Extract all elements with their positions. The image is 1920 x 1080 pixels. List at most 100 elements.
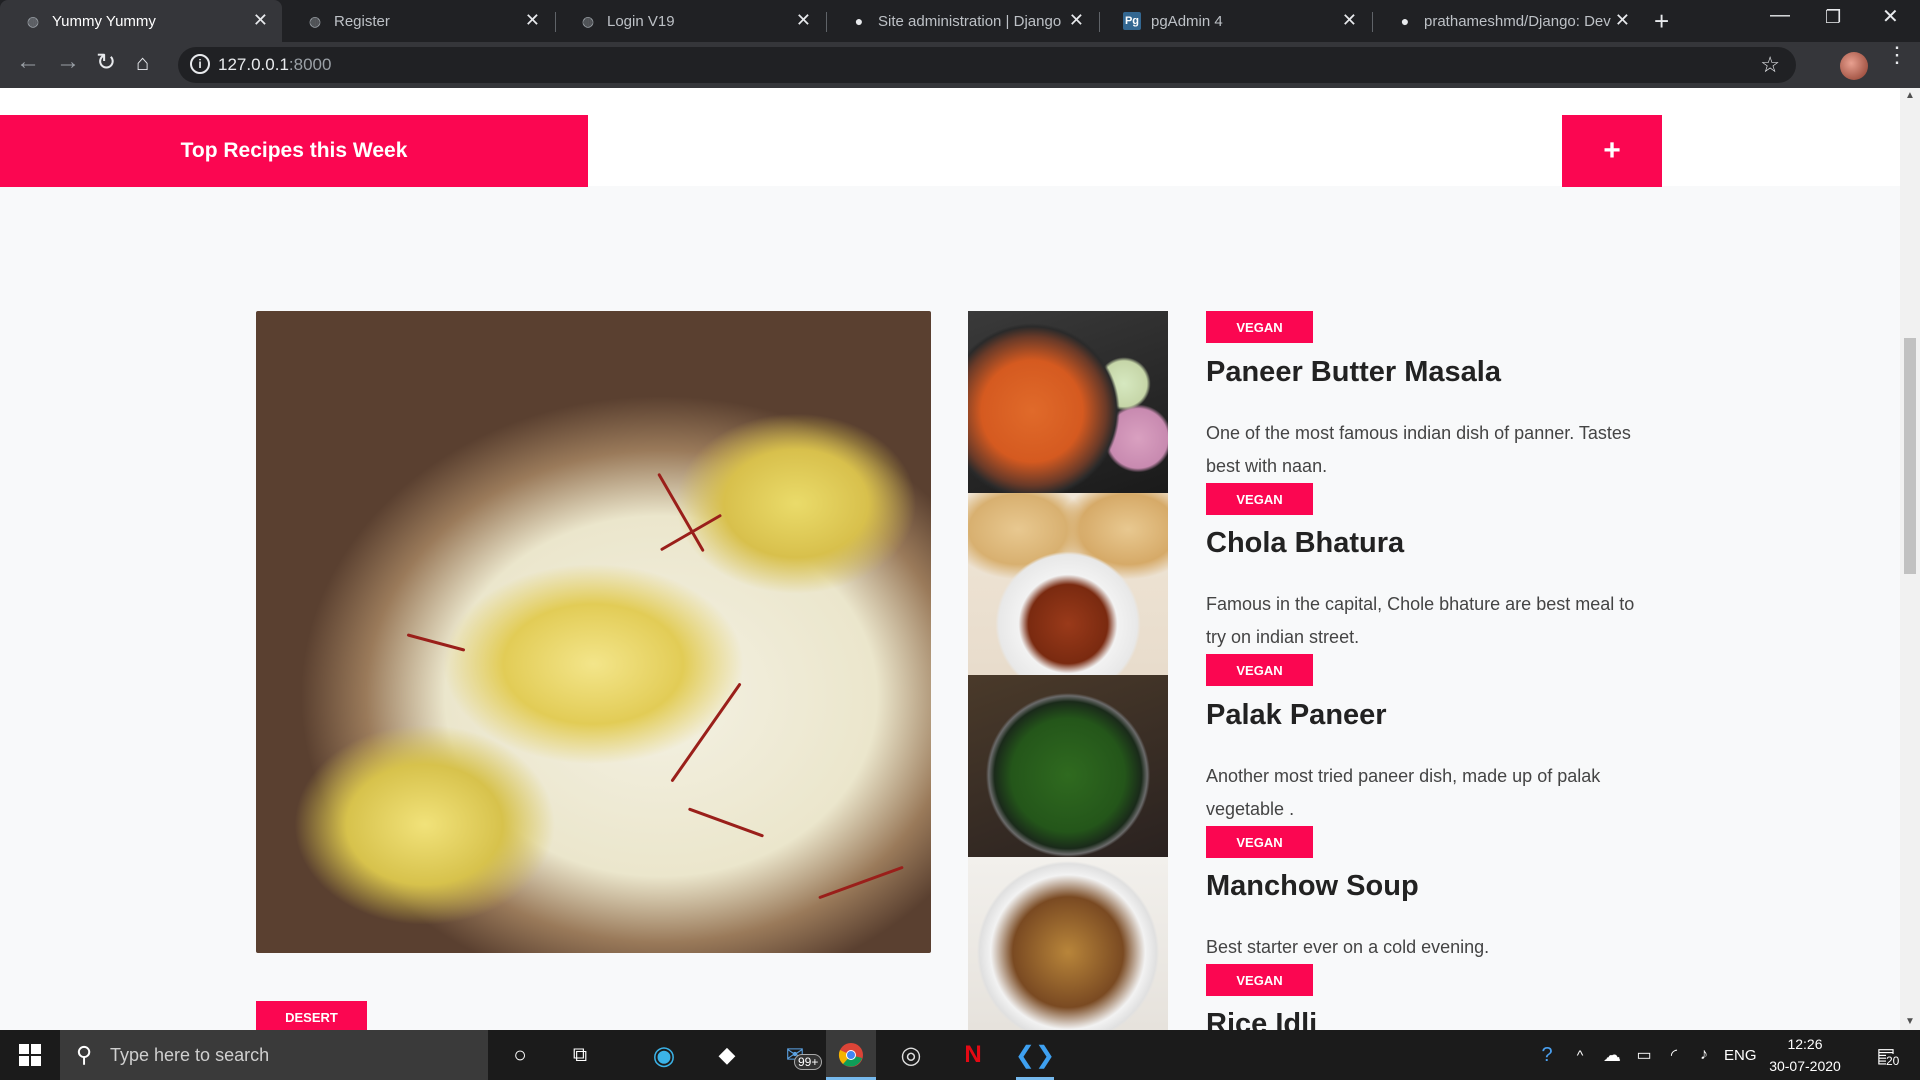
help-icon[interactable]: ?: [1532, 1030, 1562, 1080]
edge-icon[interactable]: ◉: [642, 1030, 686, 1080]
scroll-up-icon[interactable]: ▲: [1905, 90, 1915, 101]
new-tab-button[interactable]: +: [1654, 6, 1669, 37]
media-player-icon[interactable]: ◎: [888, 1030, 934, 1080]
featured-recipe-image[interactable]: [256, 311, 931, 953]
tab-pgadmin[interactable]: Pg pgAdmin 4 ✕: [1099, 0, 1371, 42]
pgadmin-icon: Pg: [1123, 12, 1141, 30]
recipe-thumbnail[interactable]: [968, 311, 1168, 493]
recipe-description: Another most tried paneer dish, made up …: [1206, 766, 1601, 819]
tab-title: prathameshmd/Django: Dev: [1424, 12, 1611, 30]
battery-icon[interactable]: ▭: [1630, 1030, 1658, 1080]
recipe-description: One of the most famous indian dish of pa…: [1206, 423, 1631, 476]
add-recipe-button[interactable]: +: [1562, 115, 1662, 187]
close-icon[interactable]: ✕: [1615, 10, 1630, 31]
windows-taskbar: ⚲ Type here to search ○ ⧉ ◉ ◆ ✉ 99+ ◎ N …: [0, 1030, 1920, 1080]
language-indicator[interactable]: ENG: [1724, 1030, 1757, 1080]
tab-register[interactable]: ◍ Register ✕: [282, 0, 554, 42]
globe-icon: ◍: [308, 12, 322, 29]
tab-title: pgAdmin 4: [1151, 12, 1223, 30]
reload-icon[interactable]: ↻: [96, 48, 116, 77]
recipe-description: Best starter ever on a cold evening.: [1206, 937, 1490, 957]
tab-github[interactable]: ● prathameshmd/Django: Dev ✕: [1372, 0, 1644, 42]
back-icon[interactable]: ←: [16, 48, 40, 76]
wifi-icon[interactable]: ◜: [1660, 1030, 1688, 1080]
url-text: 127.0.0.1:8000: [218, 55, 331, 75]
info-icon[interactable]: i: [190, 54, 210, 74]
tab-login-v19[interactable]: ◍ Login V19 ✕: [555, 0, 825, 42]
globe-icon: ◍: [26, 12, 40, 29]
windows-logo: [19, 1044, 41, 1066]
minimize-icon[interactable]: —: [1770, 4, 1790, 27]
tab-strip: ◍ Yummy Yummy ✕ ◍ Register ✕ ◍ Login V19…: [0, 0, 1920, 42]
search-icon: ⚲: [76, 1042, 93, 1067]
top-recipes-button[interactable]: Top Recipes this Week: [0, 115, 588, 187]
clock-date: 30-07-2020: [1769, 1058, 1841, 1074]
close-icon[interactable]: ✕: [253, 10, 268, 31]
recipe-title[interactable]: Chola Bhatura: [1206, 527, 1404, 560]
saffron-strand: [670, 682, 742, 783]
recipe-tag[interactable]: VEGAN: [1206, 826, 1313, 858]
dropbox-icon[interactable]: ◆: [705, 1030, 749, 1080]
tab-yummy-yummy[interactable]: ◍ Yummy Yummy ✕: [0, 0, 282, 42]
menu-kebab-icon[interactable]: ⋮: [1886, 44, 1908, 66]
tab-title: Yummy Yummy: [52, 12, 156, 30]
saffron-strand: [687, 807, 765, 838]
mail-icon[interactable]: ✉ 99+: [770, 1030, 823, 1080]
recipe-title[interactable]: Rice Idli: [1206, 1008, 1317, 1030]
featured-category-tag[interactable]: DESERT: [256, 1001, 367, 1030]
saffron-strand: [406, 633, 466, 652]
close-icon[interactable]: ✕: [1069, 10, 1084, 31]
recipe-tag[interactable]: VEGAN: [1206, 964, 1313, 996]
system-clock[interactable]: 12:26 30-07-2020: [1762, 1033, 1848, 1077]
volume-icon[interactable]: ♪: [1690, 1030, 1718, 1080]
url-port: :8000: [288, 55, 332, 74]
clock-time: 12:26: [1787, 1036, 1823, 1052]
forward-icon[interactable]: →: [56, 48, 80, 76]
recipe-tag[interactable]: VEGAN: [1206, 483, 1313, 515]
restore-icon[interactable]: ❐: [1825, 7, 1841, 28]
task-view-icon[interactable]: ⧉: [560, 1030, 600, 1080]
taskbar-search-input[interactable]: ⚲ Type here to search: [60, 1030, 488, 1080]
close-icon[interactable]: ✕: [796, 10, 811, 31]
address-bar[interactable]: i 127.0.0.1:8000 ☆: [178, 47, 1796, 83]
recipe-thumbnail[interactable]: [968, 675, 1168, 857]
scrollbar-thumb[interactable]: [1904, 338, 1916, 574]
tab-title: Register: [334, 12, 390, 30]
tab-title: Site administration | Django: [878, 12, 1062, 30]
recipe-tag[interactable]: VEGAN: [1206, 654, 1313, 686]
chrome-logo: [838, 1043, 863, 1067]
saffron-strand: [657, 472, 705, 553]
netflix-icon[interactable]: N: [950, 1030, 996, 1080]
recipe-title[interactable]: Manchow Soup: [1206, 870, 1419, 903]
recipe-title[interactable]: Paneer Butter Masala: [1206, 356, 1501, 389]
saffron-strand: [818, 865, 904, 900]
mail-badge: 99+: [794, 1054, 823, 1070]
globe-icon: ◍: [581, 12, 595, 29]
recipe-thumbnail[interactable]: [968, 493, 1168, 675]
profile-avatar[interactable]: [1840, 52, 1868, 80]
windows-start-icon[interactable]: [0, 1030, 60, 1080]
vscode-icon[interactable]: ❮❯: [1012, 1030, 1058, 1080]
url-host: 127.0.0.1: [218, 55, 289, 74]
chrome-icon[interactable]: [826, 1030, 876, 1080]
notifications-count: 20: [1886, 1054, 1900, 1068]
tab-site-administration[interactable]: ● Site administration | Django ✕: [826, 0, 1098, 42]
saffron-strand: [659, 513, 723, 552]
close-icon[interactable]: ✕: [525, 10, 540, 31]
home-icon[interactable]: ⌂: [136, 50, 149, 76]
onedrive-icon[interactable]: ☁: [1598, 1030, 1626, 1080]
scroll-down-icon[interactable]: ▼: [1905, 1016, 1915, 1027]
recipe-title[interactable]: Palak Paneer: [1206, 699, 1387, 732]
cortana-icon[interactable]: ○: [500, 1030, 540, 1080]
bookmark-star-icon[interactable]: ☆: [1760, 52, 1780, 78]
show-hidden-icons[interactable]: ^: [1568, 1030, 1592, 1080]
page-scrollbar[interactable]: ▲ ▼: [1900, 88, 1920, 1030]
notifications-icon[interactable]: ▤ 20: [1866, 1030, 1906, 1080]
tab-title: Login V19: [607, 12, 675, 30]
recipe-tag[interactable]: VEGAN: [1206, 311, 1313, 343]
window-close-icon[interactable]: ✕: [1882, 4, 1899, 29]
browser-toolbar: ← → ↻ ⌂ i 127.0.0.1:8000 ☆: [0, 42, 1920, 88]
recipe-thumbnail[interactable]: [968, 857, 1168, 1030]
search-placeholder: Type here to search: [110, 1044, 270, 1065]
close-icon[interactable]: ✕: [1342, 10, 1357, 31]
